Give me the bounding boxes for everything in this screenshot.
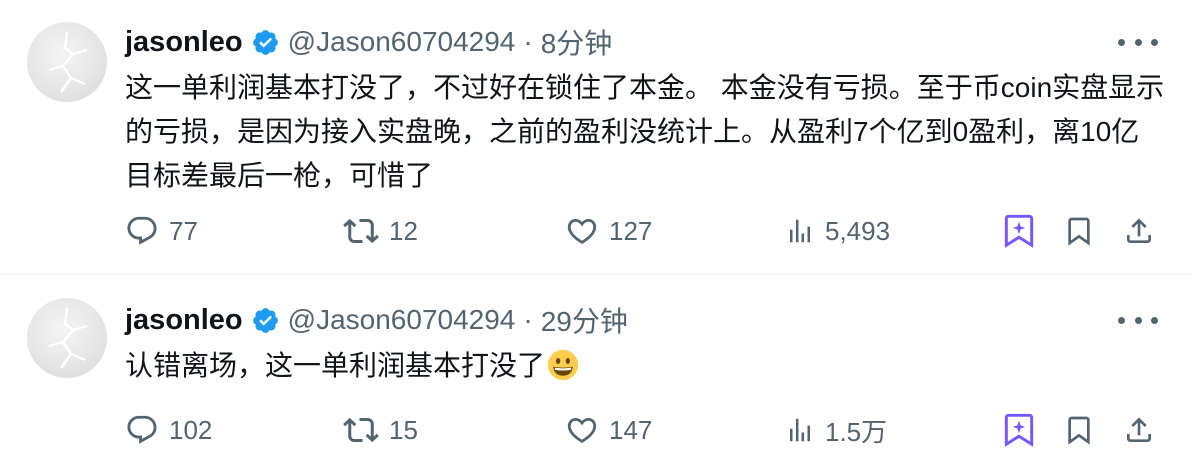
reply-button[interactable]: 102 xyxy=(125,410,212,450)
timestamp[interactable]: 8分钟 xyxy=(541,22,613,62)
view-count: 1.5万 xyxy=(825,416,888,447)
tweet-header: jasonleo @Jason60704294 · 29分钟 xyxy=(125,300,628,340)
grok-button[interactable] xyxy=(1003,211,1035,251)
bar-chart-icon xyxy=(790,418,810,442)
reply-button[interactable]: 77 xyxy=(125,211,198,251)
view-count: 5,493 xyxy=(825,215,891,246)
share-upload-icon xyxy=(1127,417,1151,442)
like-count: 147 xyxy=(609,414,653,445)
bookmark-button[interactable] xyxy=(1063,410,1095,450)
grinning-face-emoji-icon xyxy=(547,349,579,381)
heart-icon xyxy=(567,417,597,443)
bar-chart-icon xyxy=(790,219,810,243)
avatar[interactable] xyxy=(27,22,107,102)
more-dots-icon xyxy=(1118,38,1125,46)
tweet-text: 认错离场，这一单利润基本打没了 xyxy=(125,344,1165,388)
speech-bubble-icon xyxy=(127,415,157,444)
author-handle[interactable]: @Jason60704294 xyxy=(288,26,516,58)
author-name[interactable]: jasonleo xyxy=(125,26,243,59)
views-button[interactable]: 5,493 xyxy=(785,211,890,251)
retweet-arrows-icon xyxy=(343,218,379,244)
share-button[interactable] xyxy=(1123,211,1155,251)
retweet-button[interactable]: 15 xyxy=(343,410,418,450)
like-count: 127 xyxy=(609,215,653,246)
more-options-button[interactable] xyxy=(1118,32,1158,52)
timestamp[interactable]: 29分钟 xyxy=(541,300,628,340)
separator-dot: · xyxy=(523,26,533,57)
verified-badge-icon xyxy=(252,307,278,333)
like-button[interactable]: 147 xyxy=(565,410,652,450)
tweet-text: 这一单利润基本打没了，不过好在锁住了本金。 本金没有亏损。至于币coin实盘显示… xyxy=(125,72,1165,191)
retweet-count: 12 xyxy=(389,215,418,246)
bookmark-button[interactable] xyxy=(1063,211,1095,251)
grok-bookmark-sparkle-icon xyxy=(1004,413,1034,447)
heart-icon xyxy=(567,218,597,244)
verified-badge-icon xyxy=(252,29,278,55)
more-options-button[interactable] xyxy=(1118,310,1158,330)
separator-dot: · xyxy=(523,304,533,335)
views-button[interactable]: 1.5万 xyxy=(785,410,887,450)
action-bar: 102 15 147 1.5万 xyxy=(125,410,1165,450)
avatar[interactable] xyxy=(27,298,107,378)
grok-bookmark-sparkle-icon xyxy=(1004,214,1034,248)
bookmark-icon xyxy=(1068,217,1090,246)
action-bar: 77 12 127 5,493 xyxy=(125,211,1165,251)
bookmark-icon xyxy=(1068,416,1090,445)
author-handle[interactable]: @Jason60704294 xyxy=(288,304,516,336)
share-button[interactable] xyxy=(1123,410,1155,450)
grok-button[interactable] xyxy=(1003,410,1035,450)
retweet-count: 15 xyxy=(389,414,418,445)
speech-bubble-icon xyxy=(127,216,157,245)
tweet[interactable]: jasonleo @Jason60704294 · 29分钟 认错离场，这一单利… xyxy=(0,275,1192,470)
retweet-arrows-icon xyxy=(343,417,379,443)
tweet-header: jasonleo @Jason60704294 · 8分钟 xyxy=(125,22,612,62)
more-dots-icon xyxy=(1118,316,1125,324)
author-name[interactable]: jasonleo xyxy=(125,304,243,337)
retweet-button[interactable]: 12 xyxy=(343,211,418,251)
reply-count: 77 xyxy=(169,215,198,246)
like-button[interactable]: 127 xyxy=(565,211,652,251)
reply-count: 102 xyxy=(169,414,213,445)
tweet[interactable]: jasonleo @Jason60704294 · 8分钟 这一单利润基本打没了… xyxy=(0,0,1192,275)
share-upload-icon xyxy=(1127,218,1151,243)
